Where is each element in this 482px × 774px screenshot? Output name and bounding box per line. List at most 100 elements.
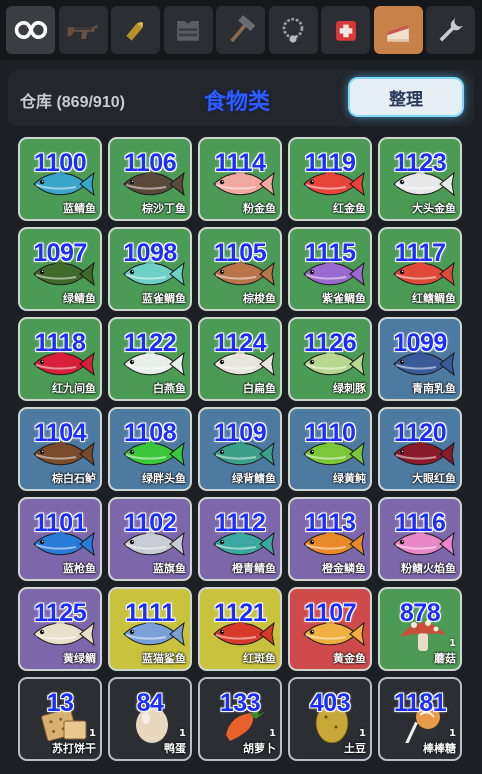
inventory-slot[interactable]: 1113 橙金鳞鱼 (288, 497, 372, 581)
item-name: 蓝旗鱼 (153, 562, 186, 575)
bullet-icon (118, 12, 154, 48)
item-id: 1105 (213, 239, 267, 267)
category-tab-bar (0, 0, 482, 60)
inventory-slot[interactable]: 84 1 鸭蛋 (108, 677, 192, 761)
inventory-slot[interactable]: 1121 红斑鱼 (198, 587, 282, 671)
inventory-slot[interactable]: 1123 大头金鱼 (378, 137, 462, 221)
item-name: 红金鱼 (333, 202, 366, 215)
item-id: 1110 (304, 419, 356, 447)
infinity-icon (13, 12, 49, 48)
item-name: 苏打饼干 (52, 742, 96, 755)
item-name: 红鳍鲷鱼 (412, 292, 456, 305)
inventory-slot[interactable]: 1124 白扁鱼 (198, 317, 282, 401)
item-name: 鸭蛋 (164, 742, 186, 755)
item-id: 1104 (33, 419, 87, 447)
inventory-slot[interactable]: 1109 绿背鳍鱼 (198, 407, 282, 491)
tab-ammo[interactable] (111, 6, 160, 54)
inventory-slot[interactable]: 1107 黄金鱼 (288, 587, 372, 671)
inventory-slot[interactable]: 878 1 蘑菇 (378, 587, 462, 671)
item-id: 1124 (213, 329, 267, 357)
inventory-slot[interactable]: 403 1 土豆 (288, 677, 372, 761)
item-name: 橙青鲭鱼 (232, 562, 276, 575)
tab-food[interactable] (373, 6, 423, 54)
item-id: 1107 (303, 599, 357, 627)
item-id: 403 (309, 689, 351, 717)
item-id: 1118 (34, 329, 86, 357)
inventory-slot[interactable]: 1111 蓝猫鲨鱼 (108, 587, 192, 671)
item-name: 棒棒糖 (423, 742, 456, 755)
sort-button[interactable]: 整理 (350, 79, 462, 115)
item-id: 1102 (123, 509, 177, 537)
item-name: 棕沙丁鱼 (142, 202, 186, 215)
item-id: 1115 (304, 239, 356, 267)
category-title: 食物类 (204, 90, 271, 115)
storage-capacity: 仓库 (869/910) (20, 94, 125, 111)
item-name: 蓝猫鲨鱼 (142, 652, 186, 665)
item-quantity: 1 (359, 728, 366, 739)
inventory-slot[interactable]: 1122 白燕鱼 (108, 317, 192, 401)
inventory-slot[interactable]: 1102 蓝旗鱼 (108, 497, 192, 581)
item-id: 1122 (123, 329, 177, 357)
item-quantity: 1 (269, 728, 276, 739)
item-id: 1123 (393, 149, 447, 177)
item-id: 1119 (304, 149, 356, 177)
tab-accessory[interactable] (268, 6, 318, 54)
inventory-slot[interactable]: 1098 蓝雀鲷鱼 (108, 227, 192, 311)
inventory-slot[interactable]: 1119 红金鱼 (288, 137, 372, 221)
inventory-slot[interactable]: 1112 橙青鲭鱼 (198, 497, 282, 581)
inventory-slot[interactable]: 1100 蓝鲭鱼 (18, 137, 102, 221)
tab-armor[interactable] (163, 6, 213, 54)
inventory-slot[interactable]: 1115 紫雀鲷鱼 (288, 227, 372, 311)
inventory-slot[interactable]: 1099 青南乳鱼 (378, 317, 462, 401)
cake-icon (380, 12, 416, 48)
item-id: 1109 (213, 419, 267, 447)
item-name: 白燕鱼 (153, 382, 186, 395)
inventory-slot[interactable]: 1126 绿刺豚 (288, 317, 372, 401)
inventory-slot[interactable]: 1125 黄绿鲷 (18, 587, 102, 671)
item-id: 878 (399, 599, 441, 627)
tab-tool[interactable] (216, 6, 265, 54)
rifle-icon (65, 12, 101, 48)
inventory-slot[interactable]: 133 1 胡萝卜 (198, 677, 282, 761)
inventory-slot[interactable]: 1114 粉金鱼 (198, 137, 282, 221)
item-id: 1112 (214, 509, 266, 537)
inventory-slot[interactable]: 1108 绿胖头鱼 (108, 407, 192, 491)
tab-misc[interactable] (426, 6, 475, 54)
item-name: 大眼红鱼 (412, 472, 456, 485)
inventory-slot[interactable]: 1101 蓝枪鱼 (18, 497, 102, 581)
inventory-slot[interactable]: 1106 棕沙丁鱼 (108, 137, 192, 221)
item-id: 1120 (393, 419, 447, 447)
item-quantity: 1 (179, 728, 186, 739)
item-name: 蘑菇 (434, 652, 456, 665)
item-name: 蓝鲭鱼 (63, 202, 96, 215)
item-id: 1099 (393, 329, 447, 357)
item-id: 1116 (394, 509, 446, 537)
item-name: 蓝枪鱼 (63, 562, 96, 575)
item-name: 紫雀鲷鱼 (322, 292, 366, 305)
tab-rifle[interactable] (58, 6, 108, 54)
inventory-slot[interactable]: 1118 红九间鱼 (18, 317, 102, 401)
inventory-slot[interactable]: 1181 1 棒棒糖 (378, 677, 462, 761)
inventory-slot[interactable]: 1104 棕白石鲈 (18, 407, 102, 491)
item-id: 1113 (304, 509, 356, 537)
inventory-slot[interactable]: 1105 棕梭鱼 (198, 227, 282, 311)
inventory-slot[interactable]: 1097 绿鲭鱼 (18, 227, 102, 311)
inventory-slot[interactable]: 1116 粉鳍火焰鱼 (378, 497, 462, 581)
item-id: 1114 (214, 149, 266, 177)
item-quantity: 1 (449, 638, 456, 649)
item-id: 1181 (393, 689, 447, 717)
item-id: 1097 (33, 239, 87, 267)
tab-medicine[interactable] (321, 6, 370, 54)
item-name: 绿胖头鱼 (142, 472, 186, 485)
item-name: 棕白石鲈 (52, 472, 96, 485)
medkit-icon (328, 12, 364, 48)
tab-infinity[interactable] (6, 6, 55, 54)
inventory-slot[interactable]: 1120 大眼红鱼 (378, 407, 462, 491)
item-id: 1106 (123, 149, 177, 177)
inventory-slot[interactable]: 13 1 苏打饼干 (18, 677, 102, 761)
inventory-slot[interactable]: 1117 红鳍鲷鱼 (378, 227, 462, 311)
item-name: 红斑鱼 (243, 652, 276, 665)
inventory-slot[interactable]: 1110 绿黄鲀 (288, 407, 372, 491)
item-id: 84 (136, 689, 164, 717)
item-name: 青南乳鱼 (412, 382, 456, 395)
